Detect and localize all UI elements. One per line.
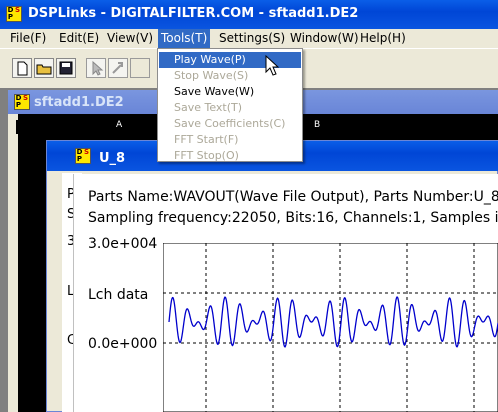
wire-tool-icon — [112, 62, 123, 74]
menu-settings[interactable]: Settings(S) — [219, 31, 285, 45]
parts-info-text: Parts Name:WAVOUT(Wave File Output), Par… — [88, 189, 498, 205]
menu-item-fft-stop[interactable]: FFT Stop(O) — [159, 148, 301, 164]
open-folder-icon — [36, 64, 52, 75]
y-max-label: 3.0e+004 — [88, 236, 158, 252]
menu-item-save-text[interactable]: Save Text(T) — [159, 100, 301, 116]
ruler-label-a: A — [116, 120, 123, 130]
menu-tools[interactable]: Tools(T) — [158, 29, 211, 48]
menu-item-play-wave[interactable]: Play Wave(P) — [159, 52, 301, 68]
main-title-bar[interactable]: D SP DSPLinks - DIGITALFILTER.COM - sfta… — [0, 0, 498, 29]
mouse-cursor-icon — [265, 55, 279, 76]
menu-item-save-wave[interactable]: Save Wave(W) — [159, 84, 301, 100]
new-file-button[interactable] — [12, 58, 32, 78]
new-file-icon — [17, 61, 28, 76]
ruler-label-b: B — [314, 120, 321, 130]
waveform-plot — [163, 243, 498, 412]
menu-window[interactable]: Window(W) — [290, 31, 359, 45]
u8-window-icon: DSP — [75, 148, 91, 164]
window-title: DSPLinks - DIGITALFILTER.COM - sftadd1.D… — [28, 6, 359, 21]
menu-bar: File(F) Edit(E) View(V) Tools(T) Setting… — [0, 29, 498, 48]
child-window-sftadd1-title: sftadd1.DE2 — [34, 95, 124, 110]
tools-dropdown-menu: Play Wave(P) Stop Wave(S) Save Wave(W) S… — [157, 48, 303, 162]
child-window-u8-title: U_8 — [99, 151, 126, 166]
extra-tool-button[interactable] — [130, 58, 150, 78]
menu-file[interactable]: File(F) — [10, 31, 46, 45]
open-file-button[interactable] — [34, 58, 54, 78]
menu-edit[interactable]: Edit(E) — [59, 31, 99, 45]
child-window-icon: DSP — [14, 94, 30, 110]
channel-label: Lch data — [88, 287, 149, 303]
menu-help[interactable]: Help(H) — [360, 31, 406, 45]
save-file-button[interactable] — [56, 58, 76, 78]
menu-item-save-coefficients[interactable]: Save Coefficients(C) — [159, 116, 301, 132]
plot-frame — [163, 243, 498, 412]
menu-view[interactable]: View(V) — [107, 31, 153, 45]
icon-letter-p: P — [7, 13, 14, 21]
menu-item-stop-wave[interactable]: Stop Wave(S) — [159, 68, 301, 84]
wire-tool-button[interactable] — [108, 58, 128, 78]
sampling-info-text: Sampling frequency:22050, Bits:16, Chann… — [88, 210, 498, 226]
arrow-cursor-icon — [92, 60, 104, 76]
icon-letter-s: S — [14, 6, 21, 14]
save-disk-icon — [59, 61, 73, 75]
menu-item-fft-start[interactable]: FFT Start(F) — [159, 132, 301, 148]
select-tool-button[interactable] — [86, 58, 106, 78]
app-icon[interactable]: D SP — [6, 6, 22, 22]
y-zero-label: 0.0e+000 — [88, 336, 158, 352]
